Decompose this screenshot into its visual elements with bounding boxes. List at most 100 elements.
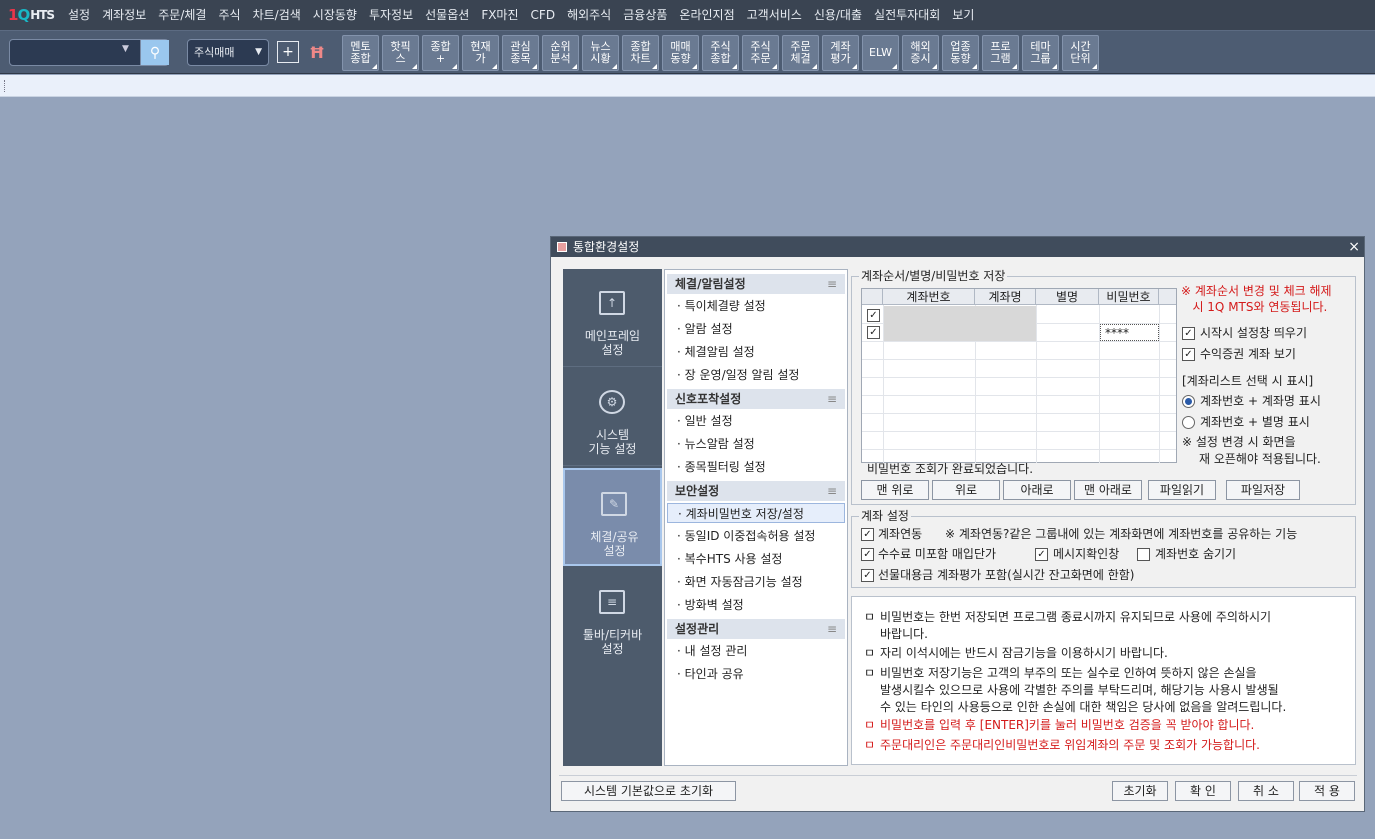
reset-button[interactable]: 초기화 — [1112, 781, 1168, 801]
menu-invest-info[interactable]: 투자정보 — [363, 0, 419, 30]
move-top-button[interactable]: 맨 위로 — [861, 480, 929, 500]
program-button[interactable]: 프로 그램 — [982, 35, 1019, 71]
hide-account-checkbox[interactable] — [1137, 548, 1150, 561]
menu-item[interactable]: · 장 운영/일정 알림 설정 — [667, 365, 845, 385]
menu-stock[interactable]: 주식 — [212, 0, 246, 30]
menu-trading-contest[interactable]: 실전투자대회 — [868, 0, 946, 30]
message-confirm-checkbox[interactable]: ✓ — [1035, 548, 1048, 561]
overseas-market-button[interactable]: 해외 증시 — [902, 35, 939, 71]
order-type-select[interactable]: 주식매매 ▼ — [187, 39, 269, 66]
menu-online-branch[interactable]: 온라인지점 — [673, 0, 740, 30]
menu-fx-margin[interactable]: FX마진 — [475, 0, 524, 30]
industry-trend-button[interactable]: 업종 동향 — [942, 35, 979, 71]
search-button[interactable]: ⚲ — [140, 40, 169, 65]
close-button[interactable]: × — [1348, 237, 1360, 257]
menu-item-selected[interactable]: · 계좌비밀번호 저장/설정 — [667, 503, 845, 523]
cancel-button[interactable]: 취 소 — [1238, 781, 1294, 801]
popup-on-start-checkbox[interactable]: ✓ — [1182, 327, 1195, 340]
summary-plus-button[interactable]: 종합 + — [422, 35, 459, 71]
menu-item[interactable]: · 복수HTS 사용 설정 — [667, 549, 845, 569]
grip-handle[interactable] — [4, 80, 6, 92]
menu-item[interactable]: · 동일ID 이중접속허용 설정 — [667, 526, 845, 546]
fee-excluded-checkbox[interactable]: ✓ — [861, 548, 874, 561]
stock-summary-button[interactable]: 주식 종합 — [702, 35, 739, 71]
checkbox-label: 계좌번호 숨기기 — [1155, 547, 1237, 561]
ranking-analysis-button[interactable]: 순위 분석 — [542, 35, 579, 71]
mentor-summary-button[interactable]: 멘토 종합 — [342, 35, 379, 71]
current-price-button[interactable]: 현재 가 — [462, 35, 499, 71]
trading-trend-button[interactable]: 매매 동향 — [662, 35, 699, 71]
category-system[interactable]: ⚙ 시스템 기능 설정 — [563, 368, 662, 466]
menu-item[interactable]: · 체결알림 설정 — [667, 342, 845, 362]
category-execution-share[interactable]: ✎ 체결/공유 설정 — [563, 468, 662, 566]
account-evaluation-button[interactable]: 계좌 평가 — [822, 35, 859, 71]
menu-chart-search[interactable]: 차트/검색 — [247, 0, 307, 30]
menu-order[interactable]: 주문/체결 — [152, 0, 212, 30]
dialog-title: 통합환경설정 — [573, 240, 640, 254]
account-link-checkbox[interactable]: ✓ — [861, 528, 874, 541]
radio-acct-name[interactable] — [1182, 395, 1195, 408]
menu-item[interactable]: · 특이체결량 설정 — [667, 296, 845, 316]
watchlist-button[interactable]: 관심 종목 — [502, 35, 539, 71]
menu-item[interactable]: · 내 설정 관리 — [667, 641, 845, 661]
radio-acct-alias[interactable] — [1182, 416, 1195, 429]
add-screen-icon[interactable]: + — [277, 41, 299, 63]
menu-view[interactable]: 보기 — [946, 0, 980, 30]
menu-account-info[interactable]: 계좌정보 — [96, 0, 152, 30]
news-market-button[interactable]: 뉴스 시황 — [582, 35, 619, 71]
checkbox-label: 수수료 미포함 매입단가 — [878, 547, 997, 561]
order-execution-button[interactable]: 주문 체결 — [782, 35, 819, 71]
hot-pick-button[interactable]: 핫픽 스 — [382, 35, 419, 71]
menu-item[interactable]: · 화면 자동잠금기능 설정 — [667, 572, 845, 592]
menu-credit-loan[interactable]: 신용/대출 — [808, 0, 868, 30]
show-fund-account-checkbox[interactable]: ✓ — [1182, 348, 1195, 361]
category-mainframe[interactable]: ↑ 메인프레임 설정 — [563, 269, 662, 367]
menu-item[interactable]: · 알람 설정 — [667, 319, 845, 339]
file-save-button[interactable]: 파일저장 — [1226, 480, 1300, 500]
theme-group-button[interactable]: 테마 그룹 — [1022, 35, 1059, 71]
elw-button[interactable]: ELW — [862, 35, 899, 71]
password-cell[interactable]: **** — [1100, 324, 1159, 341]
menu-futures-options[interactable]: 선물옵션 — [419, 0, 475, 30]
menu-customer-service[interactable]: 고객서비스 — [741, 0, 808, 30]
apply-button[interactable]: 적 용 — [1299, 781, 1355, 801]
section-header[interactable]: 신호포착설정 ≡ — [667, 389, 845, 409]
menu-item[interactable]: · 타인과 공유 — [667, 664, 845, 684]
menu-settings[interactable]: 설정 — [62, 0, 96, 30]
checkbox-label: 수익증권 계좌 보기 — [1200, 347, 1296, 361]
section-title: 설정관리 — [675, 622, 720, 636]
section-title: 보안설정 — [675, 484, 720, 498]
row-checkbox[interactable]: ✓ — [867, 326, 880, 339]
grid-line — [862, 359, 1176, 360]
chevron-down-icon[interactable]: ▼ — [122, 44, 129, 54]
move-up-button[interactable]: 위로 — [932, 480, 1000, 500]
dialog-titlebar[interactable]: 통합환경설정 × — [551, 237, 1364, 257]
info-text: ※ 계좌연동?같은 그룹내에 있는 계좌화면에 계좌번호를 공유하는 기능 — [945, 527, 1298, 541]
menu-item[interactable]: · 일반 설정 — [667, 411, 845, 431]
stock-search-input[interactable] — [13, 43, 139, 62]
category-toolbar-ticker[interactable]: ≡ 툴바/티커바 설정 — [563, 568, 662, 666]
section-header[interactable]: 설정관리 ≡ — [667, 619, 845, 639]
overall-chart-button[interactable]: 종합 차트 — [622, 35, 659, 71]
menu-overseas-stock[interactable]: 해외주식 — [561, 0, 617, 30]
menu-cfd[interactable]: CFD — [525, 0, 562, 30]
pin-icon[interactable]: Ħ — [306, 41, 328, 63]
time-unit-button[interactable]: 시간 단위 — [1062, 35, 1099, 71]
menu-item[interactable]: · 종목필터링 설정 — [667, 457, 845, 477]
section-header[interactable]: 체결/알림설정 ≡ — [667, 274, 845, 294]
menu-market-trend[interactable]: 시장동향 — [307, 0, 363, 30]
grid-line — [862, 413, 1176, 414]
menu-financial-products[interactable]: 금융상품 — [617, 0, 673, 30]
futures-margin-checkbox[interactable]: ✓ — [861, 569, 874, 582]
reset-system-button[interactable]: 시스템 기본값으로 초기화 — [561, 781, 736, 801]
file-read-button[interactable]: 파일읽기 — [1148, 480, 1216, 500]
move-bottom-button[interactable]: 맨 아래로 — [1074, 480, 1142, 500]
move-down-button[interactable]: 아래로 — [1003, 480, 1071, 500]
row-checkbox[interactable]: ✓ — [867, 309, 880, 322]
ok-button[interactable]: 확 인 — [1175, 781, 1231, 801]
account-grid: 계좌번호 계좌명 별명 비밀번호 ✓ ✓ **** — [861, 288, 1177, 463]
menu-item[interactable]: · 뉴스알람 설정 — [667, 434, 845, 454]
section-header[interactable]: 보안설정 ≡ — [667, 481, 845, 501]
menu-item[interactable]: · 방화벽 설정 — [667, 595, 845, 615]
stock-order-button[interactable]: 주식 주문 — [742, 35, 779, 71]
